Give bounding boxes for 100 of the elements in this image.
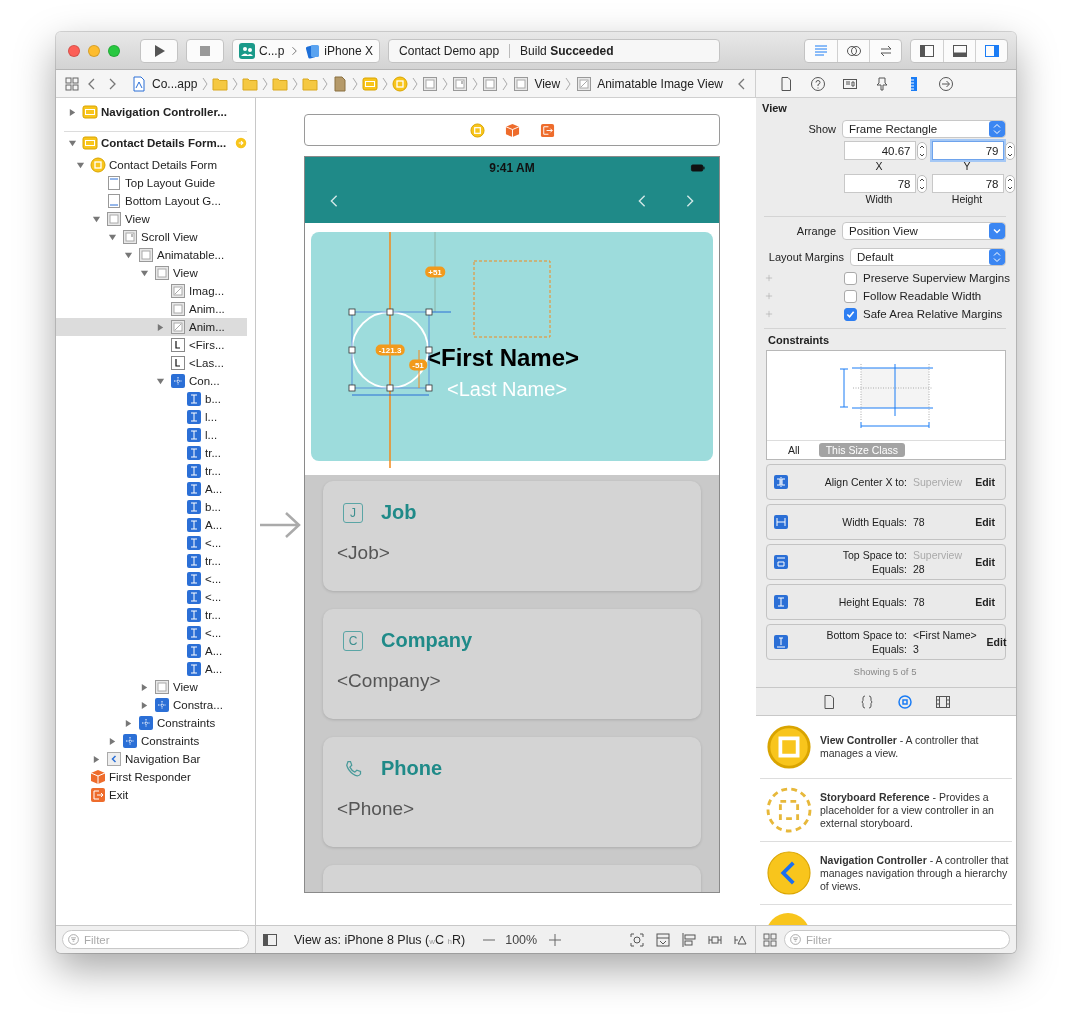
jump-bar-item[interactable] [212,75,229,92]
zoom-button[interactable] [108,44,120,57]
tree-item[interactable]: View [56,678,247,696]
tree-item[interactable]: <Las... [56,354,247,372]
tree-item[interactable]: A... [56,642,247,660]
jump-bar-item[interactable] [272,75,289,92]
tree-item[interactable]: View [56,264,247,282]
tree-item[interactable]: l... [56,408,247,426]
filter-input[interactable]: Filter [806,933,1005,946]
tree-item[interactable]: A... [56,660,247,678]
disclosure-triangle-icon[interactable] [92,214,101,224]
tree-item[interactable]: Con... [56,372,247,390]
dropdown[interactable]: Default [850,248,1006,266]
tree-item[interactable]: <... [56,624,247,642]
jump-bar-item[interactable]: View [512,75,562,92]
layout-tool-button[interactable] [681,931,697,948]
number-field[interactable]: 78 [931,174,1004,193]
dropdown[interactable]: Position View [842,222,1006,240]
close-button[interactable] [68,44,80,57]
tree-item[interactable]: l... [56,426,247,444]
view-as-label[interactable]: View as: iPhone 8 Plus (wC hR) [294,932,466,947]
checkbox[interactable] [844,307,857,321]
tree-item[interactable]: Navigation Bar [56,750,247,768]
tree-item[interactable]: tr... [56,462,247,480]
number-field[interactable]: 79 [931,141,1004,160]
tree-item[interactable]: Constraints [56,714,247,732]
tree-item[interactable]: <... [56,570,247,588]
number-field[interactable]: 40.67 [843,141,916,160]
layout-tool-button[interactable] [629,931,645,948]
tree-item[interactable]: Bottom Layout G... [56,192,247,210]
scene-dock-item[interactable] [504,122,520,138]
jump-bar-item[interactable] [422,75,439,92]
disclosure-triangle-icon[interactable] [156,376,165,386]
tree-item[interactable]: Imag... [56,282,247,300]
tree-item[interactable]: View [56,210,247,228]
tree-item[interactable]: <... [56,588,247,606]
tree-item[interactable]: tr... [56,444,247,462]
disclosure-triangle-icon[interactable] [156,322,165,332]
stepper-icon[interactable] [1004,141,1015,160]
library-item[interactable]: Storyboard Reference - Provides a placeholder for a view controller in an external storyboard. [760,779,1012,842]
jump-bar-item[interactable] [242,75,259,92]
outline-toggle-button[interactable] [262,931,278,948]
zoom-out-button[interactable] [483,938,496,941]
tree-item[interactable]: A... [56,516,247,534]
tree-item[interactable]: b... [56,390,247,408]
tree-item[interactable]: Anim... [56,300,247,318]
stepper-icon[interactable] [916,174,927,193]
tree-item[interactable]: A... [56,480,247,498]
tree-item[interactable]: <Firs... [56,336,247,354]
layout-tool-button[interactable] [655,931,671,948]
scene-dock-item[interactable] [469,122,485,138]
tree-item[interactable]: b... [56,498,247,516]
edit-button[interactable]: Edit [971,556,999,568]
tree-item[interactable]: Exit [56,786,247,804]
tree-item[interactable]: First Responder [56,768,247,786]
edit-button[interactable]: Edit [971,596,999,608]
checkbox[interactable] [844,289,857,303]
scene-dock-item[interactable] [539,122,555,138]
related-items-button[interactable] [64,75,80,92]
dropdown[interactable]: Frame Rectangle [842,120,1006,138]
jump-bar-item[interactable] [302,75,319,92]
filter-field[interactable]: Filter [62,930,249,949]
jump-bar-item[interactable]: Animatable Image View [575,75,725,92]
tree-item[interactable]: Scroll View [56,228,247,246]
run-button[interactable] [140,38,178,63]
jump-bar-item[interactable]: Co...app [130,75,199,92]
filter-field[interactable]: Filter [784,930,1010,949]
disclosure-triangle-icon[interactable] [92,754,101,764]
library-item[interactable]: View Controller - A controller that manages a view. [760,716,1012,779]
edit-button[interactable]: Edit [971,476,999,488]
edit-button[interactable]: Edit [971,516,999,528]
disclosure-triangle-icon[interactable] [124,250,133,260]
tree-item[interactable]: Animatable... [56,246,247,264]
tree-item[interactable]: Top Layout Guide [56,174,247,192]
tree-item[interactable]: <... [56,534,247,552]
checkbox[interactable] [844,271,857,285]
number-field[interactable]: 78 [843,174,916,193]
jump-bar-item[interactable] [482,75,499,92]
size-class-filter[interactable]: All [781,443,807,457]
disclosure-triangle-icon[interactable] [108,736,117,746]
jump-bar-item[interactable] [362,75,379,92]
zoom-in-button[interactable] [547,931,564,948]
disclosure-triangle-icon[interactable] [140,268,149,278]
disclosure-triangle-icon[interactable] [68,107,77,117]
library-item[interactable]: Navigation Controller - A controller that manages navigation through a hierarchy of views. [760,842,1012,905]
disclosure-triangle-icon[interactable] [140,700,149,710]
tree-item[interactable]: tr... [56,606,247,624]
disclosure-triangle-icon[interactable] [68,138,77,148]
filter-input[interactable]: Filter [84,933,244,946]
jump-bar-item[interactable] [452,75,469,92]
stepper-icon[interactable] [1004,174,1015,193]
tree-item[interactable]: tr... [56,552,247,570]
stepper-icon[interactable] [916,141,927,160]
disclosure-triangle-icon[interactable] [76,160,85,170]
tree-item[interactable]: Anim... [56,318,247,336]
tree-item[interactable]: Contact Details Form... [56,134,255,152]
scheme-button[interactable]: C...p [237,42,287,59]
disclosure-triangle-icon[interactable] [124,718,133,728]
jump-bar-item[interactable] [332,75,349,92]
tree-item[interactable]: Contact Details Form [56,156,247,174]
